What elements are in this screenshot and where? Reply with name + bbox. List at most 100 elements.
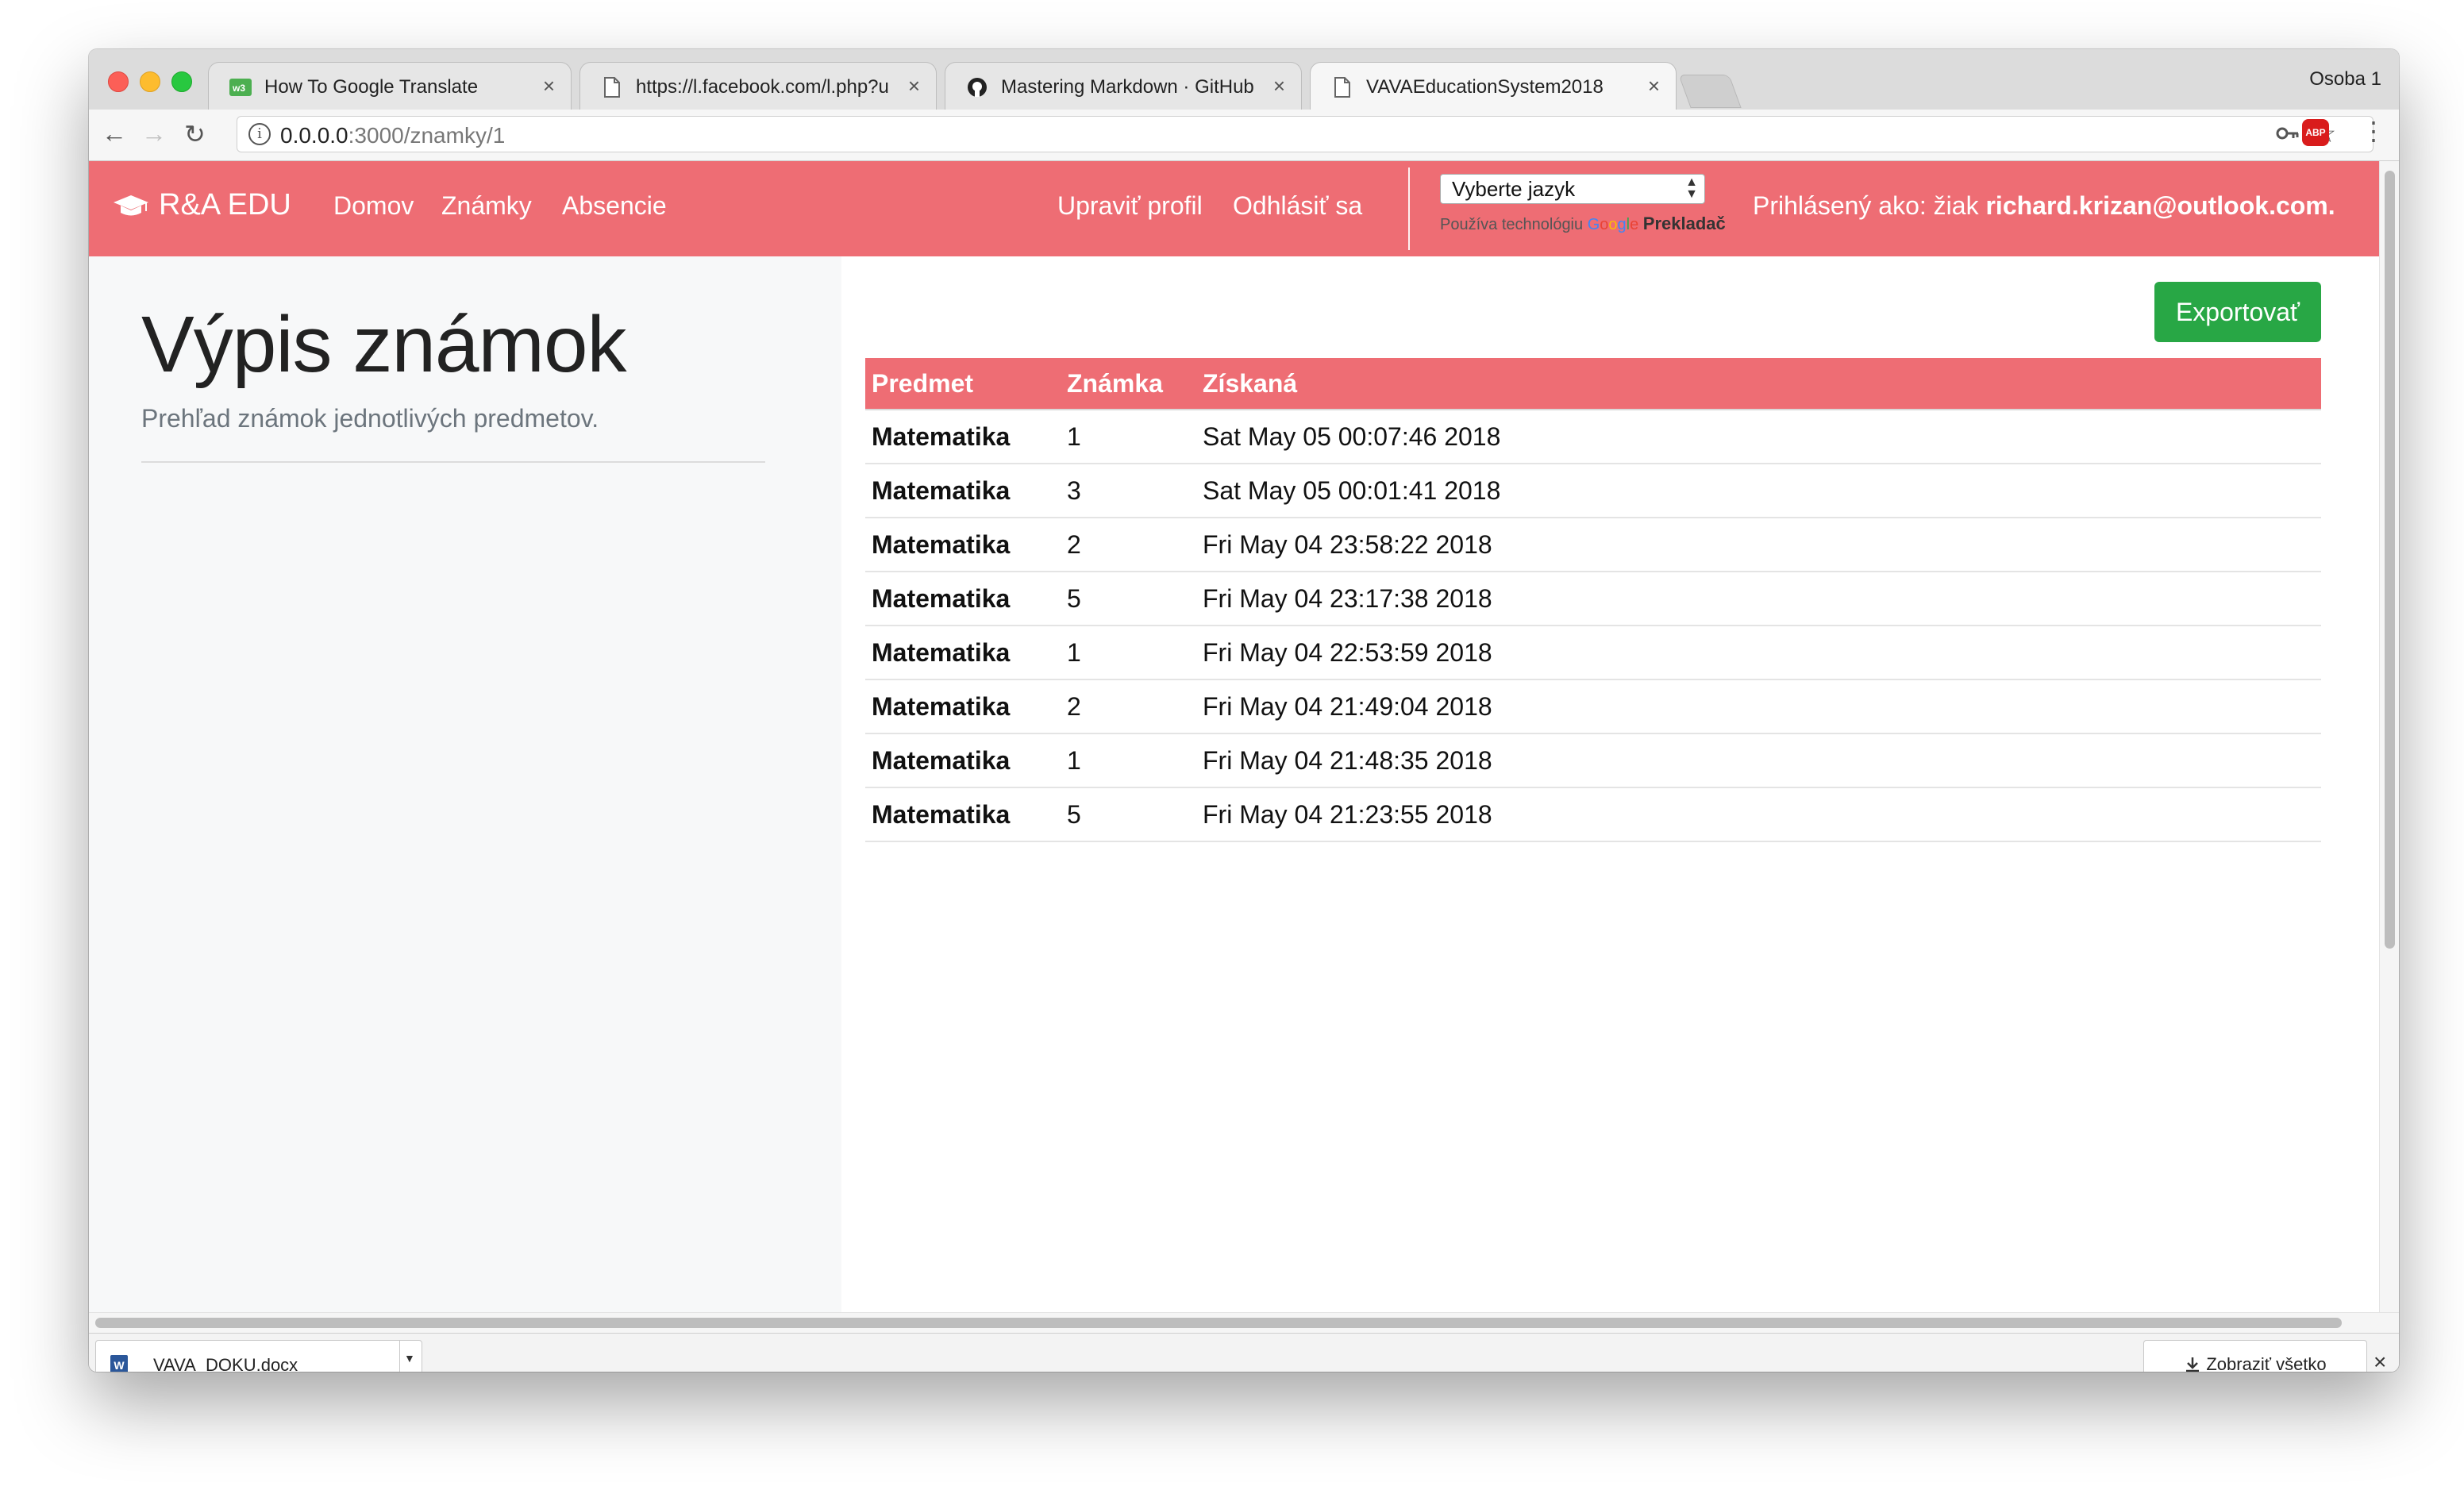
table-row: Matematika 1 Sat May 05 00:07:46 2018 [865,410,2321,464]
menu-icon[interactable]: ⋮ [2361,116,2386,146]
download-item-separator [399,1341,400,1372]
table-row: Matematika 5 Fri May 04 21:23:55 2018 [865,787,2321,842]
cell-subject: Matematika [865,518,1061,572]
brand-link[interactable]: R&A EDU [113,188,291,222]
key-icon[interactable] [2276,121,2300,147]
cell-subject: Matematika [865,464,1061,518]
tab-close-icon[interactable]: × [1648,74,1660,98]
nav-divider [1408,167,1410,250]
tab-github[interactable]: Mastering Markdown · GitHub × [945,62,1302,110]
app-navbar: R&A EDU Domov Známky Absencie Upraviť pr… [89,161,2379,256]
page-viewport: R&A EDU Domov Známky Absencie Upraviť pr… [89,161,2379,1312]
cell-date: Fri May 04 21:48:35 2018 [1196,733,2321,788]
tab-facebook[interactable]: https://l.facebook.com/l.php?u × [579,62,937,110]
horizontal-scroll-thumb[interactable] [95,1318,2342,1328]
grades-table: Predmet Známka Získaná Matematika 1 Sat Ma… [865,358,2321,842]
nav-home[interactable]: Domov [333,191,414,221]
downloads-bar: W VAVA_DOKU.docx ▼ Zobraziť všetko × [89,1333,2399,1372]
table-row: Matematika 2 Fri May 04 23:58:22 2018 [865,518,2321,572]
url-text[interactable]: 0.0.0.0:3000/znamky/1 [280,123,505,148]
google-logo-letter: g [1617,216,1627,233]
close-window-button[interactable] [108,71,129,92]
download-filename: VAVA_DOKU.docx [153,1355,298,1372]
download-item[interactable]: W VAVA_DOKU.docx ▼ [95,1340,422,1372]
url-path: :3000/znamky/1 [348,123,506,148]
page-title: Výpis známok [141,300,626,389]
google-logo-letter: e [1630,216,1639,233]
google-logo-letter: G [1587,216,1600,233]
login-prefix: Prihlásený ako: žiak [1753,191,1979,220]
github-icon [966,77,988,98]
brand-name: R&A EDU [159,188,291,221]
tab-google-translate[interactable]: w3 How To Google Translate × [208,62,572,110]
cell-subject: Matematika [865,410,1061,464]
address-toolbar: ← → ↻ i 0.0.0.0:3000/znamky/1 ☆ ABP ⋮ [89,110,2399,161]
cell-grade: 1 [1061,410,1196,464]
new-tab-button[interactable] [1678,75,1742,108]
tab-vava-active[interactable]: VAVAEducationSystem2018 × [1310,62,1677,110]
show-all-label: Zobraziť všetko [2206,1354,2327,1372]
table-row: Matematika 1 Fri May 04 22:53:59 2018 [865,626,2321,680]
nav-edit-profile[interactable]: Upraviť profil [1057,191,1203,221]
download-icon [2186,1357,2200,1372]
show-all-downloads-button[interactable]: Zobraziť všetko [2143,1340,2367,1372]
table-row: Matematika 5 Fri May 04 23:17:38 2018 [865,572,2321,626]
cell-date: Fri May 04 21:49:04 2018 [1196,679,2321,734]
close-downloads-icon[interactable]: × [2374,1349,2386,1372]
page-icon [1331,77,1353,98]
language-select-value: Vyberte jazyk [1452,177,1576,201]
cell-date: Fri May 04 23:17:38 2018 [1196,572,2321,626]
tab-close-icon[interactable]: × [908,74,920,98]
cell-subject: Matematika [865,733,1061,788]
minimize-window-button[interactable] [140,71,160,92]
profile-name[interactable]: Osoba 1 [2309,68,2381,90]
table-row: Matematika 3 Sat May 05 00:01:41 2018 [865,464,2321,518]
vertical-scrollbar[interactable] [2379,161,2399,1312]
info-icon[interactable]: i [248,123,271,145]
cell-grade: 2 [1061,679,1196,734]
adblock-icon[interactable]: ABP [2302,119,2329,146]
table-row: Matematika 1 Fri May 04 21:48:35 2018 [865,733,2321,788]
sidebar: Výpis známok Prehľad známok jednotlivých… [89,256,841,1312]
w3schools-icon: w3 [229,77,252,98]
svg-text:w3: w3 [232,83,245,94]
cell-grade: 5 [1061,572,1196,626]
powered-by-text: Používa technológiu [1440,216,1584,233]
google-translate-credit[interactable]: Používa technológiu Google Prekladač [1440,214,1726,234]
cell-subject: Matematika [865,787,1061,842]
column-header-grade: Známka [1061,358,1196,410]
browser-window: w3 How To Google Translate × https://l.f… [89,49,2399,1372]
cell-date: Sat May 05 00:07:46 2018 [1196,410,2321,464]
nav-grades[interactable]: Známky [441,191,532,221]
select-arrows-icon: ▲ ▼ [1685,175,1698,201]
back-arrow-icon[interactable]: ← [102,119,127,148]
nav-logout[interactable]: Odhlásiť sa [1233,191,1362,221]
cell-grade: 5 [1061,787,1196,842]
cell-date: Fri May 04 21:23:55 2018 [1196,787,2321,842]
address-bar[interactable]: i 0.0.0.0:3000/znamky/1 ☆ [237,116,2374,152]
nav-absences[interactable]: Absencie [562,191,667,221]
table-header-row: Predmet Známka Získaná [865,358,2321,410]
tab-title: How To Google Translate [264,76,479,98]
column-header-subject: Predmet [865,358,1061,410]
cell-date: Fri May 04 22:53:59 2018 [1196,626,2321,680]
tab-close-icon[interactable]: × [543,74,555,98]
tab-title: Mastering Markdown · GitHub [1001,76,1254,98]
horizontal-scrollbar[interactable] [89,1312,2399,1334]
forward-arrow-icon[interactable]: → [141,119,167,148]
chevron-down-icon[interactable]: ▼ [404,1352,415,1365]
language-select[interactable]: Vyberte jazyk ▲ ▼ [1440,174,1705,204]
cell-grade: 1 [1061,626,1196,680]
google-logo-letter: o [1600,216,1609,233]
export-button[interactable]: Exportovať [2154,282,2321,342]
cell-subject: Matematika [865,626,1061,680]
cell-grade: 3 [1061,464,1196,518]
login-email: richard.krizan@outlook.com. [1985,191,2335,220]
reload-icon[interactable]: ↻ [184,119,206,149]
table-row: Matematika 2 Fri May 04 21:49:04 2018 [865,679,2321,734]
sidebar-divider [141,461,765,463]
zoom-window-button[interactable] [171,71,192,92]
vertical-scroll-thumb[interactable] [2385,171,2395,949]
tab-close-icon[interactable]: × [1273,74,1285,98]
cell-grade: 1 [1061,733,1196,788]
